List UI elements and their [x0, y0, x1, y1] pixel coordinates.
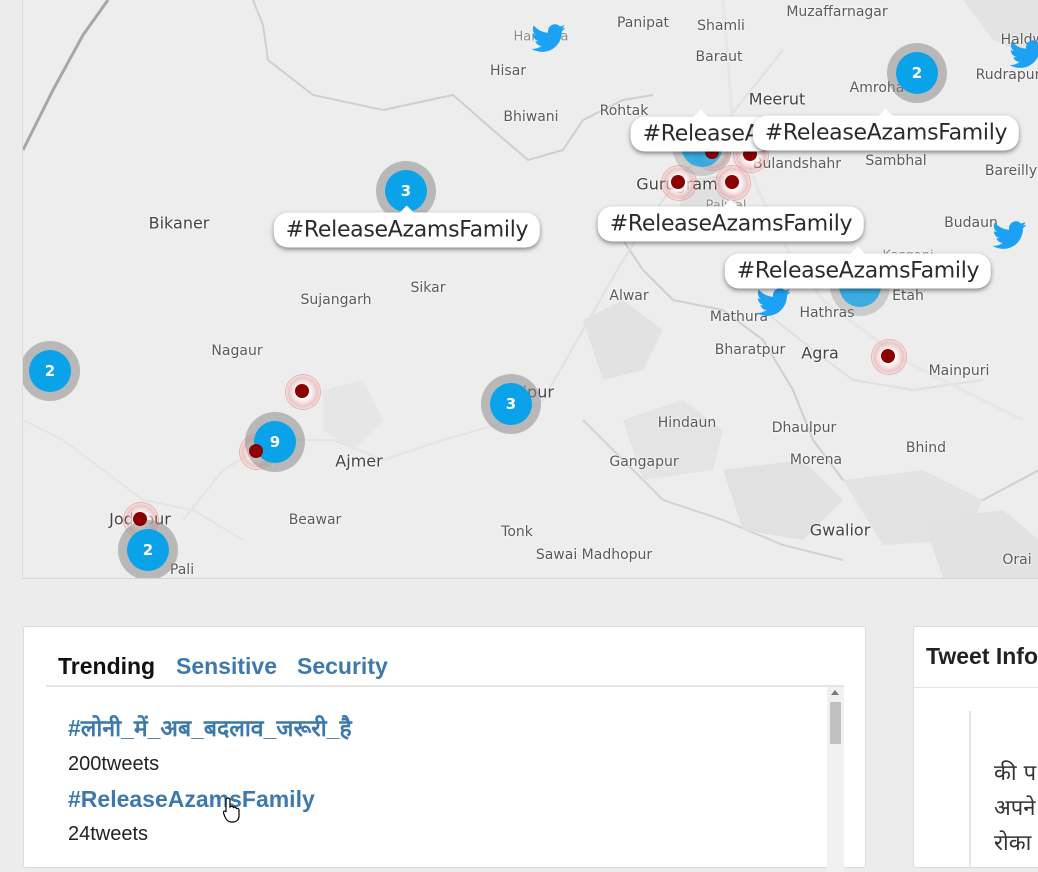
tweet-info-panel: Tweet Info की प अपने रोका: [913, 626, 1038, 868]
tweet-text-line: की प: [994, 761, 1037, 786]
hashtag-link[interactable]: #ReleaseAzamsFamily: [68, 786, 315, 813]
city-label-meerut: Meerut: [748, 89, 806, 109]
tab-bar: Trending Sensitive Security: [46, 653, 844, 687]
city-label-sambhal: Sambhal: [865, 153, 927, 169]
cluster-marker[interactable]: 9: [245, 412, 305, 472]
city-label-mainpuri: Mainpuri: [928, 363, 990, 379]
city-label-agra: Agra: [801, 343, 839, 363]
hotspot-marker[interactable]: [295, 384, 309, 398]
city-label-shamli: Shamli: [697, 18, 745, 34]
city-label-hisar: Hisar: [489, 63, 527, 79]
list-item: #ReleaseAzamsFamily 24tweets: [68, 786, 315, 846]
hotspot-marker[interactable]: [133, 512, 147, 526]
twitter-bird-icon[interactable]: [990, 218, 1030, 252]
hotspot-marker[interactable]: [725, 175, 739, 189]
cluster-marker[interactable]: 2: [887, 43, 947, 103]
tweet-text-line: रोका: [994, 831, 1032, 856]
hashtag-popup[interactable]: #ReleaseAzamsFamily: [273, 205, 541, 248]
tab-security[interactable]: Security: [297, 653, 388, 680]
cluster-marker[interactable]: 2: [118, 520, 178, 578]
scrollbar[interactable]: [827, 687, 844, 872]
list-item: #लोनी_में_अब_बदलाव_जरूरी_है 200tweets: [68, 711, 352, 776]
city-label-bhiwani: Bhiwani: [503, 109, 559, 125]
city-label-beawar: Beawar: [288, 512, 342, 528]
cluster-marker[interactable]: 3: [481, 374, 541, 434]
hashtag-popup[interactable]: #ReleaseAzamsFamily: [597, 199, 865, 242]
hotspot-marker[interactable]: [881, 349, 895, 363]
city-label-baraut: Baraut: [695, 49, 743, 65]
tab-sensitive[interactable]: Sensitive: [176, 653, 277, 680]
city-label-bikaner: Bikaner: [148, 213, 210, 233]
map-view[interactable]: PanipatShamliMuzaffarnagarHaryanaHisarBa…: [22, 0, 1038, 579]
hashtag-popup[interactable]: #ReleaseAzamsFamily: [724, 246, 992, 289]
hotspot-marker[interactable]: [249, 444, 263, 458]
city-label-muzaffarnagar: Muzaffarnagar: [786, 4, 888, 20]
city-label-tonk: Tonk: [501, 524, 533, 540]
scroll-up-arrow-icon[interactable]: [831, 690, 839, 695]
city-label-hindaun: Hindaun: [657, 415, 717, 431]
city-label-ajmer: Ajmer: [335, 451, 383, 471]
city-label-sujangarh: Sujangarh: [300, 292, 372, 308]
city-label-gwalior: Gwalior: [809, 520, 871, 540]
twitter-bird-icon[interactable]: [1007, 37, 1038, 71]
city-label-gangapur: Gangapur: [609, 454, 679, 470]
tweet-count: 200tweets: [68, 753, 160, 775]
hotspot-marker[interactable]: [671, 175, 685, 189]
cluster-count: 9: [254, 421, 296, 463]
city-label-dhaulpur: Dhaulpur: [771, 420, 837, 436]
cluster-count: 2: [127, 529, 169, 571]
hashtag-link[interactable]: #लोनी_में_अब_बदलाव_जरूरी_है: [68, 711, 352, 743]
city-label-panipat: Panipat: [616, 15, 670, 31]
tweet-count: 24tweets: [68, 823, 149, 845]
panel-title: Tweet Info: [926, 643, 1038, 669]
city-label-bareilly: Bareilly: [984, 163, 1038, 179]
twitter-bird-icon[interactable]: [754, 285, 794, 319]
cluster-count: 2: [896, 52, 938, 94]
cluster-marker[interactable]: 2: [23, 341, 80, 401]
city-label-sawai-madhopur: Sawai Madhopur: [535, 547, 653, 563]
city-label-bhind: Bhind: [905, 440, 947, 456]
trending-panel: Trending Sensitive Security #लोनी_में_अब…: [23, 626, 866, 872]
twitter-bird-icon[interactable]: [529, 21, 569, 55]
city-label-alwar: Alwar: [609, 288, 649, 304]
city-label-sikar: Sikar: [410, 280, 446, 296]
cluster-count: 3: [490, 383, 532, 425]
quote-bar: [969, 711, 971, 867]
city-label-orai: Orai: [1002, 552, 1032, 568]
tweet-info-header: Tweet Info: [914, 627, 1038, 688]
city-label-nagaur: Nagaur: [211, 343, 263, 359]
hashtag-popup[interactable]: #ReleaseA: [630, 109, 772, 152]
hand-cursor-icon: [223, 797, 240, 823]
tweet-text-line: अपने: [994, 796, 1036, 821]
tab-trending[interactable]: Trending: [58, 653, 155, 680]
scroll-thumb[interactable]: [830, 702, 841, 744]
cluster-count: 2: [29, 350, 71, 392]
city-label-etah: Etah: [892, 288, 924, 304]
hashtag-popup[interactable]: #ReleaseAzamsFamily: [752, 108, 1020, 151]
city-label-morena: Morena: [789, 452, 843, 468]
city-label-bharatpur: Bharatpur: [714, 342, 786, 358]
